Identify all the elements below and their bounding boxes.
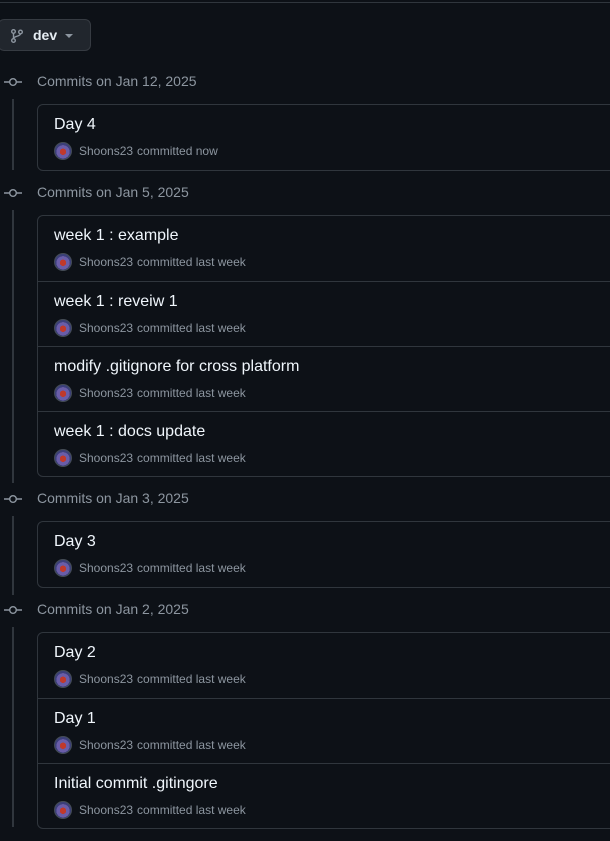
commit-row[interactable]: Day 3 Shoons23 committed last week (38, 522, 610, 587)
commit-author-link[interactable]: Shoons23 (79, 386, 133, 400)
commit-group-header: Commits on Jan 2, 2025 (0, 600, 610, 620)
commit-meta: Shoons23 committed now (54, 141, 218, 161)
commit-message-link[interactable]: week 1 : reveiw 1 (54, 293, 178, 311)
branch-name: dev (33, 27, 58, 43)
commit-meta: Shoons23 committed last week (54, 318, 246, 338)
avatar[interactable] (54, 559, 72, 577)
commit-time: committed last week (137, 738, 246, 752)
commit-meta: Shoons23 committed last week (54, 448, 246, 468)
commit-group-header: Commits on Jan 12, 2025 (0, 72, 610, 92)
commit-group-title: Commits on Jan 2, 2025 (37, 601, 189, 617)
commit-time: committed now (137, 144, 218, 158)
commit-row[interactable]: week 1 : example Shoons23 committed last… (38, 216, 610, 281)
commit-message-link[interactable]: Day 2 (54, 644, 96, 662)
git-commit-icon (4, 78, 22, 86)
avatar[interactable] (54, 253, 72, 271)
commit-list: Day 2 Shoons23 committed last week Day 1… (37, 632, 610, 829)
commit-author-link[interactable]: Shoons23 (79, 803, 133, 817)
commit-author-link[interactable]: Shoons23 (79, 451, 133, 465)
commit-group-title: Commits on Jan 12, 2025 (37, 73, 197, 89)
timeline-line (12, 99, 14, 170)
commit-time: committed last week (137, 255, 246, 269)
commit-group-title: Commits on Jan 5, 2025 (37, 184, 189, 200)
commit-message-link[interactable]: week 1 : docs update (54, 423, 205, 441)
commit-meta: Shoons23 committed last week (54, 383, 246, 403)
commit-message-link[interactable]: Day 4 (54, 116, 96, 134)
commit-group-header: Commits on Jan 5, 2025 (0, 183, 610, 203)
commit-message-link[interactable]: Initial commit .gitingore (54, 775, 218, 793)
commit-group-title: Commits on Jan 3, 2025 (37, 490, 189, 506)
git-commit-icon (4, 606, 22, 614)
avatar[interactable] (54, 142, 72, 160)
commit-meta: Shoons23 committed last week (54, 252, 246, 272)
commit-row[interactable]: Day 2 Shoons23 committed last week (38, 633, 610, 698)
git-commit-icon (4, 495, 22, 503)
commit-time: committed last week (137, 321, 246, 335)
avatar[interactable] (54, 449, 72, 467)
commit-author-link[interactable]: Shoons23 (79, 561, 133, 575)
commit-author-link[interactable]: Shoons23 (79, 672, 133, 686)
commit-time: committed last week (137, 386, 246, 400)
branch-selector-button[interactable]: dev (0, 19, 91, 51)
commit-time: committed last week (137, 803, 246, 817)
commit-row[interactable]: week 1 : docs update Shoons23 committed … (38, 411, 610, 476)
commit-row[interactable]: Day 1 Shoons23 committed last week (38, 698, 610, 763)
commit-time: committed last week (137, 451, 246, 465)
commit-time: committed last week (137, 672, 246, 686)
commit-meta: Shoons23 committed last week (54, 800, 246, 820)
commit-row[interactable]: modify .gitignore for cross platform Sho… (38, 346, 610, 411)
top-divider (0, 0, 610, 3)
commit-meta: Shoons23 committed last week (54, 558, 246, 578)
commit-row[interactable]: week 1 : reveiw 1 Shoons23 committed las… (38, 281, 610, 346)
commit-author-link[interactable]: Shoons23 (79, 321, 133, 335)
chevron-down-icon (65, 34, 73, 38)
git-commit-icon (4, 189, 22, 197)
commit-row[interactable]: Initial commit .gitingore Shoons23 commi… (38, 763, 610, 828)
commit-group-header: Commits on Jan 3, 2025 (0, 489, 610, 509)
commit-list: Day 4 Shoons23 committed now (37, 104, 610, 171)
avatar[interactable] (54, 670, 72, 688)
commit-list: week 1 : example Shoons23 committed last… (37, 215, 610, 477)
commit-message-link[interactable]: Day 3 (54, 533, 96, 551)
timeline-line (12, 516, 14, 595)
commit-list: Day 3 Shoons23 committed last week (37, 521, 610, 588)
commit-message-link[interactable]: modify .gitignore for cross platform (54, 358, 299, 376)
commit-author-link[interactable]: Shoons23 (79, 738, 133, 752)
commit-row[interactable]: Day 4 Shoons23 committed now (38, 105, 610, 170)
commit-author-link[interactable]: Shoons23 (79, 144, 133, 158)
commit-meta: Shoons23 committed last week (54, 735, 246, 755)
commit-message-link[interactable]: Day 1 (54, 710, 96, 728)
commit-author-link[interactable]: Shoons23 (79, 255, 133, 269)
avatar[interactable] (54, 384, 72, 402)
git-branch-icon (11, 29, 23, 43)
timeline-line (12, 627, 14, 827)
avatar[interactable] (54, 319, 72, 337)
commit-message-link[interactable]: week 1 : example (54, 227, 179, 245)
avatar[interactable] (54, 736, 72, 754)
avatar[interactable] (54, 801, 72, 819)
commit-meta: Shoons23 committed last week (54, 669, 246, 689)
commit-time: committed last week (137, 561, 246, 575)
timeline-line (12, 210, 14, 483)
